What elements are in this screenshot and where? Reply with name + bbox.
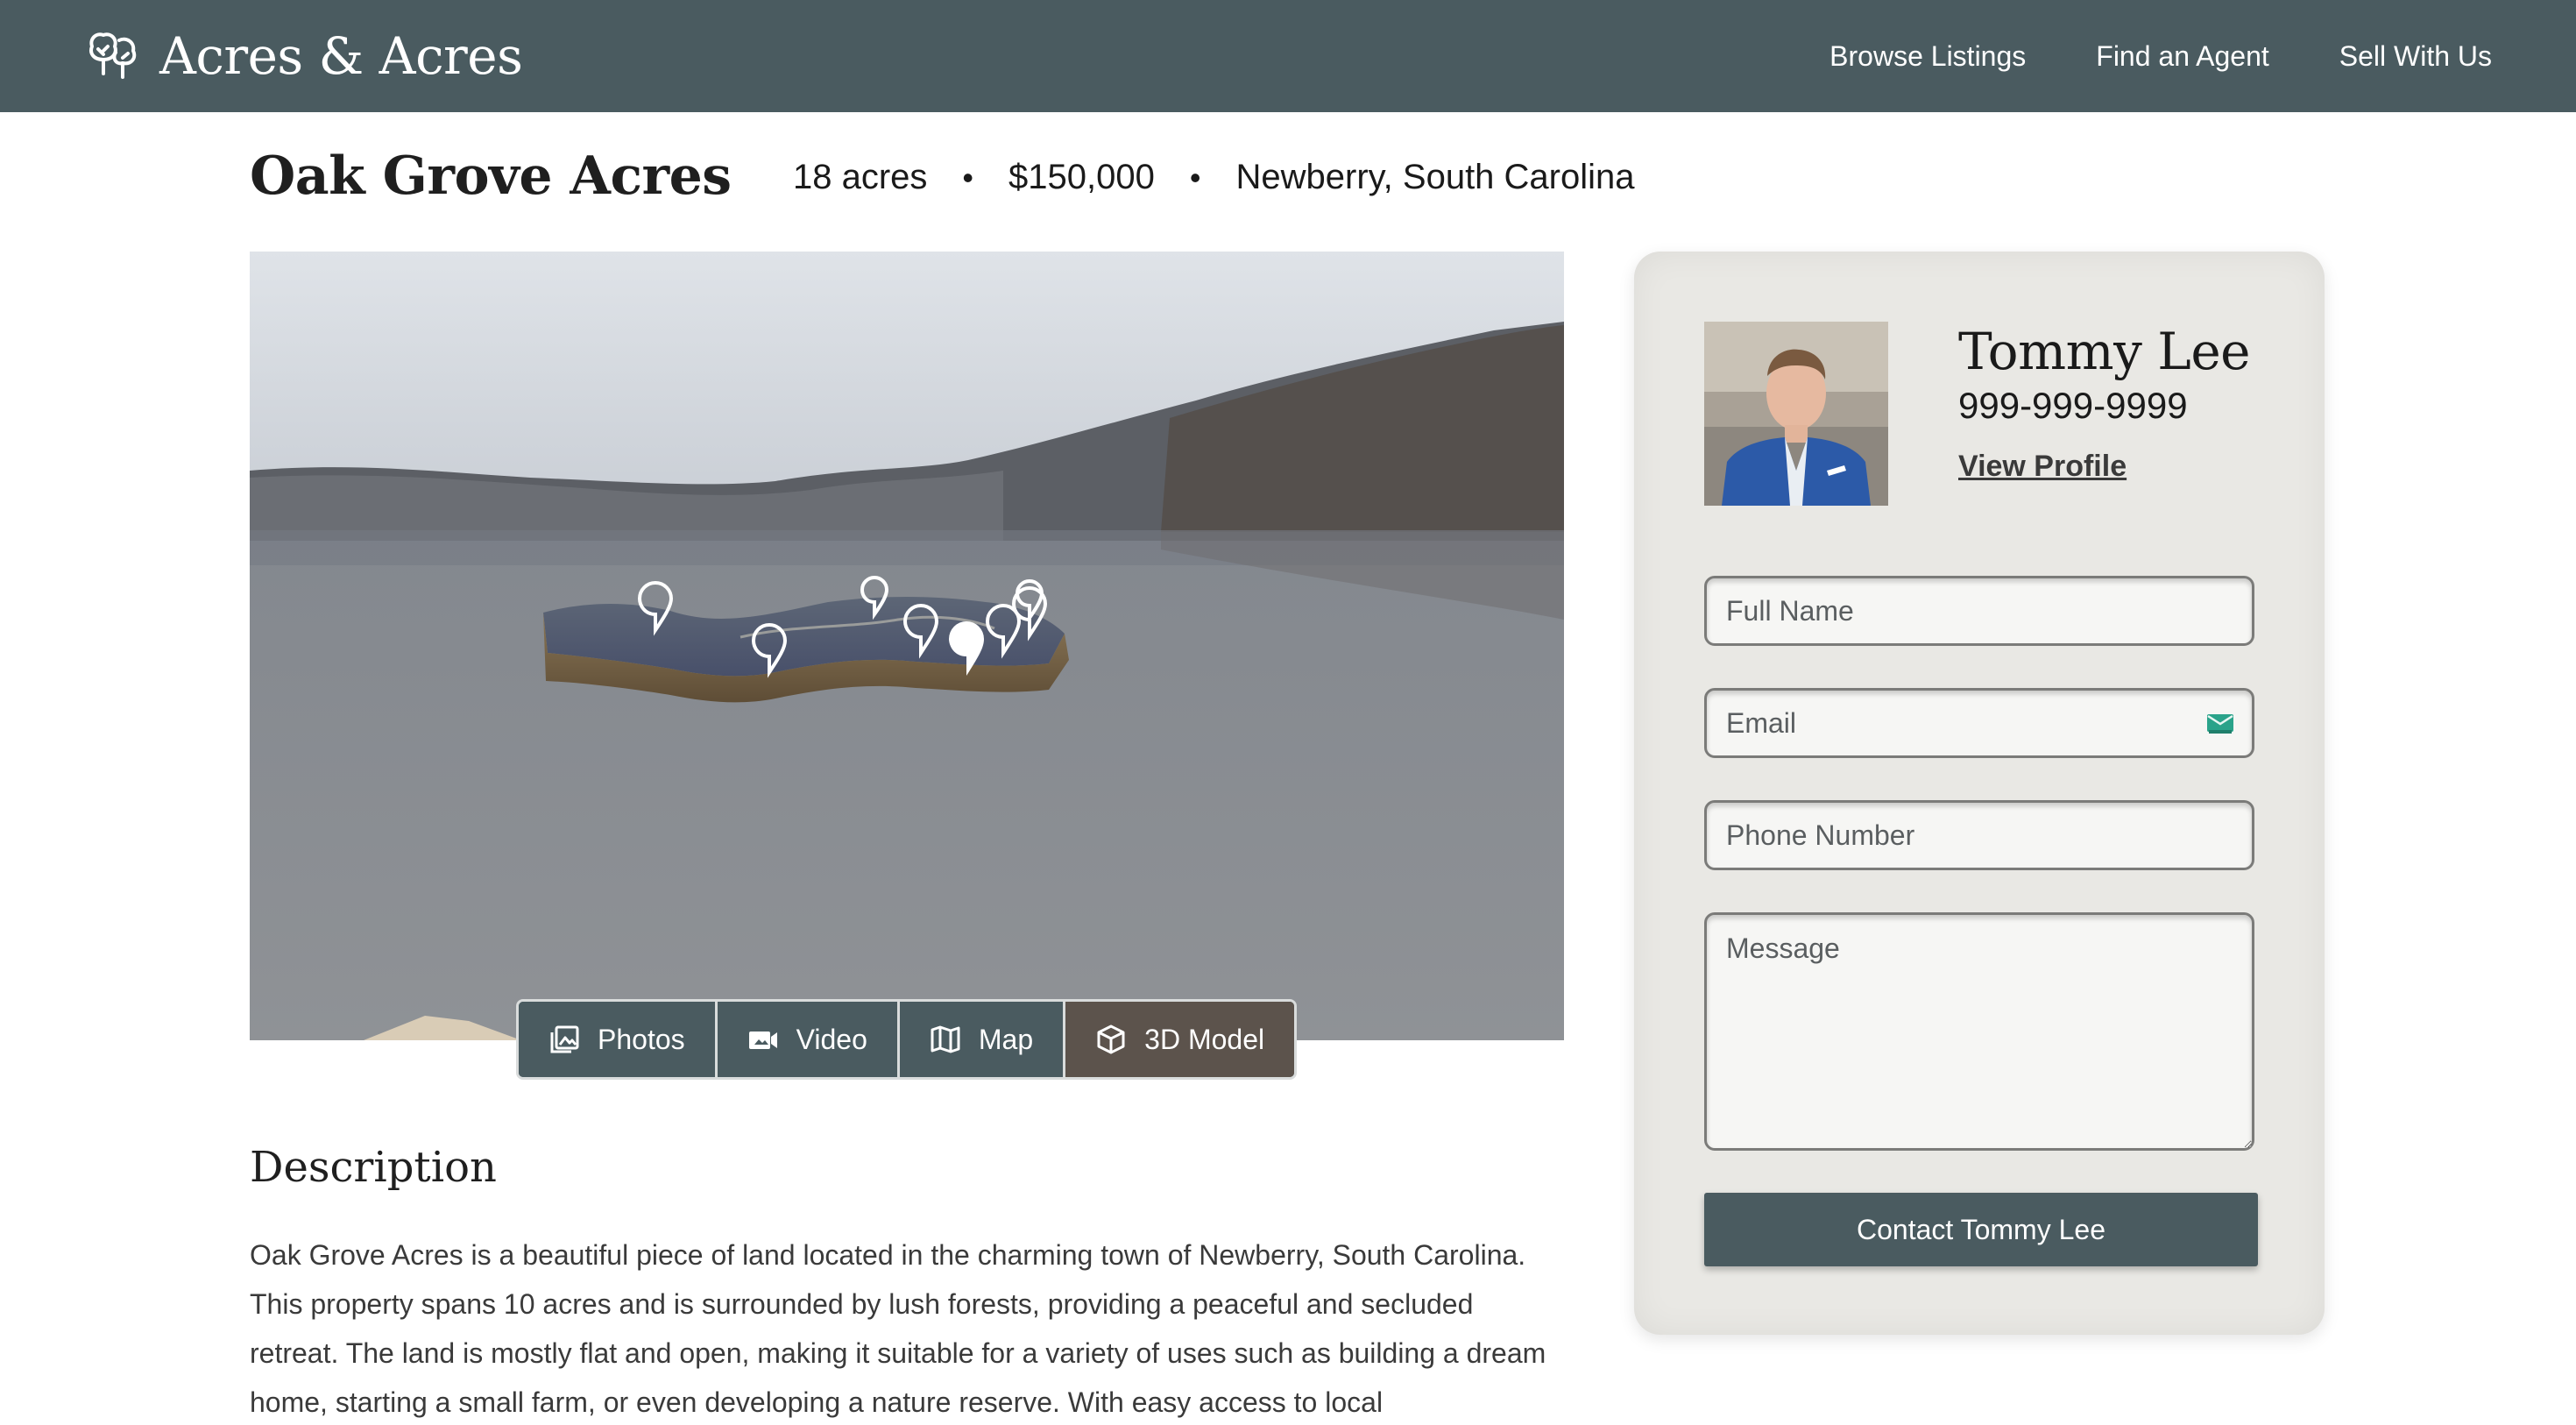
listing-price: $150,000 [1008,158,1155,196]
agent-avatar [1704,322,1888,506]
listing-location: Newberry, South Carolina [1235,158,1635,196]
listing-facts: 18 acres • $150,000 • Newberry, South Ca… [793,158,1635,197]
tab-map[interactable]: Map [899,1002,1066,1077]
lake-scene-image [250,252,1564,1040]
main-nav: Browse Listings Find an Agent Sell With … [1759,32,2492,81]
nav-find-an-agent[interactable]: Find an Agent [2096,32,2268,81]
agent-name: Tommy Lee [1958,322,2250,381]
fact-separator: • [1189,159,1201,195]
media-tabs: Photos Video Map 3D Model [516,999,1298,1080]
top-navigation-bar: Acres & Acres Browse Listings Find an Ag… [0,0,2576,112]
tab-label: Photos [598,1023,685,1055]
tab-photos[interactable]: Photos [519,1002,718,1077]
message-textarea[interactable] [1704,912,2254,1151]
full-name-input[interactable] [1704,576,2254,646]
agent-contact-card: Tommy Lee 999-999-9999 View Profile Cont… [1634,252,2325,1335]
cube-icon [1097,1024,1125,1054]
email-icon [2207,714,2233,734]
photos-icon [550,1025,579,1053]
listing-acreage: 18 acres [793,158,928,196]
contact-agent-button[interactable]: Contact Tommy Lee [1704,1193,2258,1266]
tab-label: 3D Model [1144,1023,1265,1055]
email-input[interactable] [1704,688,2254,758]
trees-icon [89,32,137,79]
brand-name: Acres & Acres [159,26,523,86]
3d-model-viewer[interactable] [250,252,1564,1040]
video-icon [748,1032,777,1049]
phone-number-input[interactable] [1704,800,2254,870]
tab-video[interactable]: Video [717,1002,900,1077]
agent-phone: 999-999-9999 [1958,385,2188,426]
fact-separator: • [962,159,974,195]
description-text: Oak Grove Acres is a beautiful piece of … [250,1239,1546,1418]
nav-sell-with-us[interactable]: Sell With Us [2339,32,2492,81]
description-heading: Description [250,1143,497,1192]
listing-title: Oak Grove Acres [250,145,732,207]
map-icon [931,1025,960,1053]
nav-browse-listings[interactable]: Browse Listings [1829,32,2026,81]
tab-3d-model[interactable]: 3D Model [1065,1002,1295,1077]
tab-label: Map [978,1023,1034,1055]
view-profile-link[interactable]: View Profile [1958,450,2127,484]
brand-logo-link[interactable]: Acres & Acres [84,25,523,88]
tab-label: Video [796,1023,867,1055]
